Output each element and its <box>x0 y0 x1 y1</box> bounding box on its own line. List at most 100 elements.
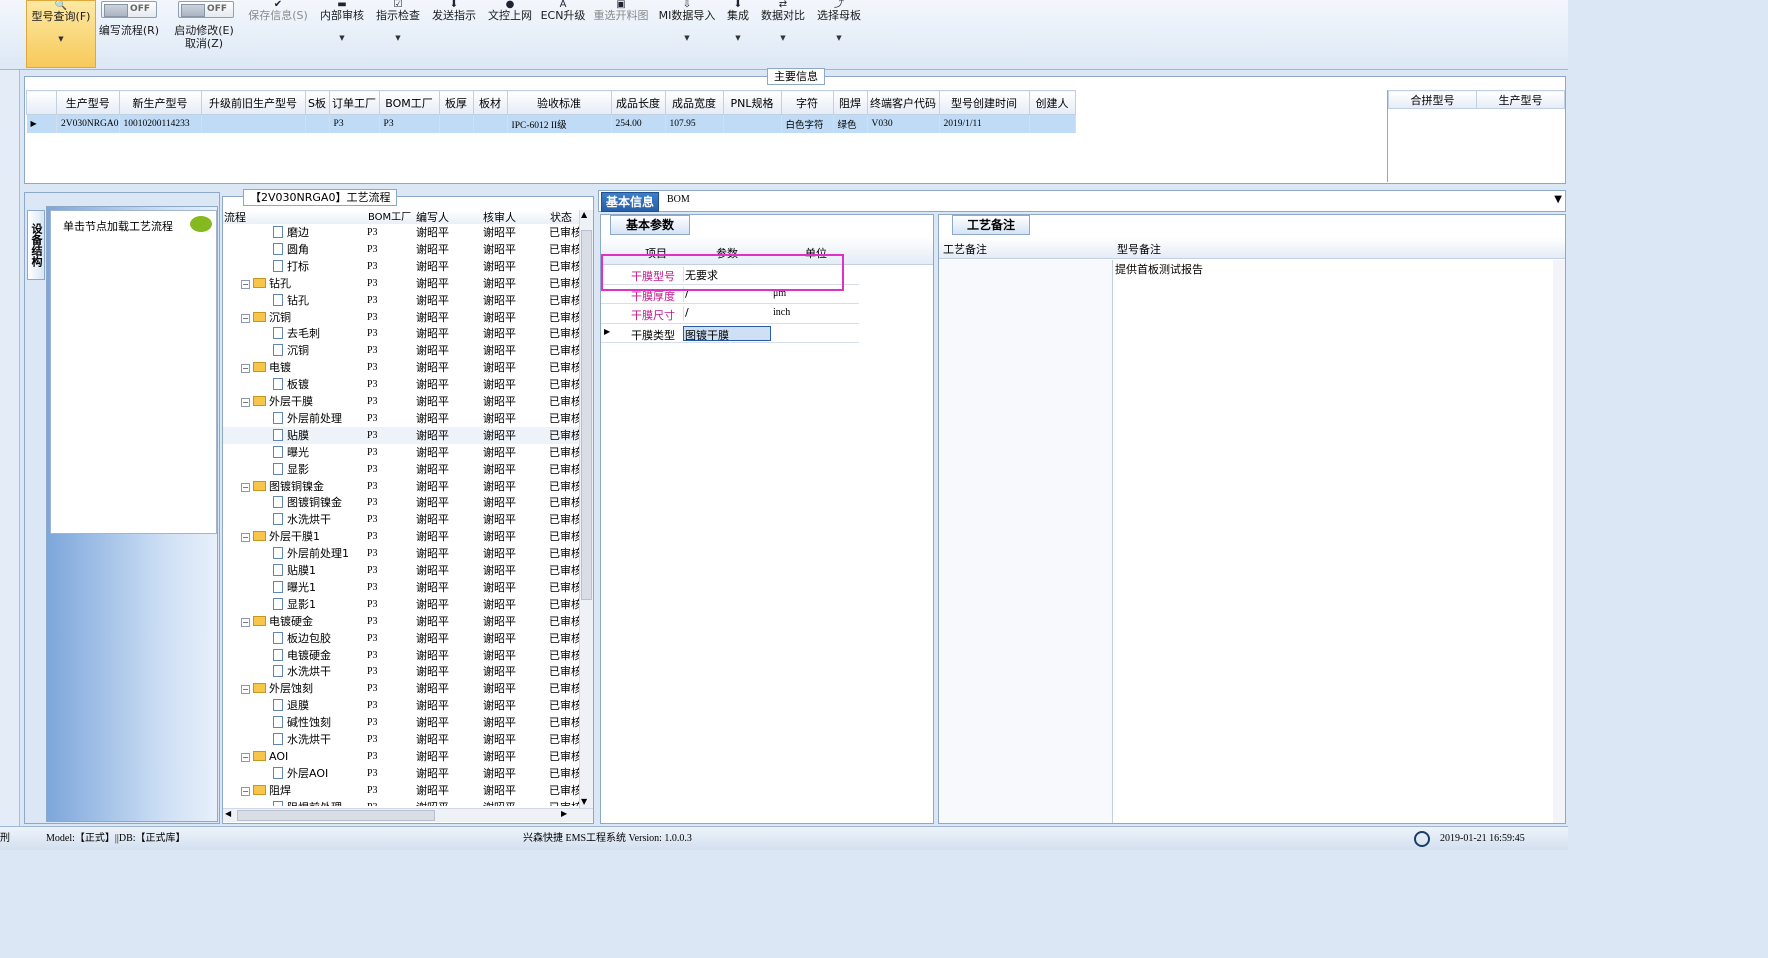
tree-node[interactable]: 图镀铜镍金 <box>273 494 363 511</box>
tree-row[interactable]: 打标 P3 谢昭平 谢昭平 已审核 <box>223 258 579 275</box>
ecn-upgrade-button[interactable]: A ECN升级 <box>540 0 586 22</box>
tree-row[interactable]: 水洗烘干 P3 谢昭平 谢昭平 已审核 <box>223 731 579 748</box>
main-info-table[interactable]: 生产型号 新生产型号 升级前旧生产型号 S板 订单工厂 BOM工厂 板厚 板材 验收标准 成品长度… <box>26 90 1076 133</box>
reselect-cutting-chart-button[interactable]: ▣ 重选开料图 <box>590 0 652 22</box>
main-info-grid[interactable]: 生产型号 新生产型号 升级前旧生产型号 S板 订单工厂 BOM工厂 板厚 板材 验收标准 成品长度… <box>26 90 1386 182</box>
tree-node[interactable]: 板边包胶 <box>273 630 363 647</box>
table-cell[interactable]: 254.00 <box>611 114 666 133</box>
tree-node[interactable]: 电镀硬金 <box>273 647 363 664</box>
tab-basic-info[interactable]: 基本信息 <box>601 192 659 212</box>
column-header[interactable]: BOM工厂 <box>378 90 440 115</box>
collapse-icon[interactable]: − <box>241 364 250 374</box>
column-header[interactable]: 板材 <box>472 90 508 115</box>
tree-row[interactable]: 电镀硬金 P3 谢昭平 谢昭平 已审核 <box>223 647 579 664</box>
column-header[interactable]: 成品长度 <box>610 90 666 115</box>
tree-node[interactable]: 贴膜1 <box>273 562 363 579</box>
table-cell[interactable] <box>201 114 306 133</box>
params-col-param[interactable]: 参数 <box>716 245 738 261</box>
select-motherboard-button[interactable]: ⤴ 选择母板 ▼ <box>813 0 865 45</box>
tree-row[interactable]: 板镀 P3 谢昭平 谢昭平 已审核 <box>223 376 579 393</box>
mi-data-import-button[interactable]: ⇩ MI数据导入 ▼ <box>656 0 718 45</box>
tree-row[interactable]: − 电镀 P3 谢昭平 谢昭平 已审核 <box>223 359 579 376</box>
tree-node[interactable]: − 图镀铜镍金 <box>241 478 361 495</box>
data-compare-button[interactable]: ⇄ 数据对比 ▼ <box>758 0 808 45</box>
dropdown-arrow-icon[interactable]: ▼ <box>722 32 754 45</box>
tree-node[interactable]: 水洗烘干 <box>273 731 363 748</box>
tree-row[interactable]: 曝光 P3 谢昭平 谢昭平 已审核 <box>223 444 579 461</box>
tree-node[interactable]: 磨边 <box>273 224 363 241</box>
tree-row[interactable]: 外层AOI P3 谢昭平 谢昭平 已审核 <box>223 765 579 782</box>
tree-node[interactable]: 去毛刺 <box>273 325 363 342</box>
tree-row[interactable]: 钻孔 P3 谢昭平 谢昭平 已审核 <box>223 292 579 309</box>
tree-row[interactable]: − 图镀铜镍金 P3 谢昭平 谢昭平 已审核 <box>223 478 579 495</box>
tree-row[interactable]: − AOI P3 谢昭平 谢昭平 已审核 <box>223 748 579 765</box>
table-cell[interactable]: 2V030NRGA0 <box>56 114 120 133</box>
tree-row[interactable]: 曝光1 P3 谢昭平 谢昭平 已审核 <box>223 579 579 596</box>
table-cell[interactable]: 绿色 <box>833 114 868 133</box>
flow-hscrollbar[interactable]: ◀ ▶ <box>223 808 593 822</box>
tree-node[interactable]: − 外层干膜 <box>241 393 361 410</box>
collapse-icon[interactable]: − <box>241 398 250 407</box>
tree-row[interactable]: − 外层干膜1 P3 谢昭平 谢昭平 已审核 <box>223 528 579 545</box>
param-row[interactable]: 干膜型号 无要求 <box>601 265 859 285</box>
merge-model-column-header[interactable]: 合拼型号 <box>1388 90 1477 109</box>
tree-node[interactable]: 沉铜 <box>273 342 363 359</box>
param-value[interactable]: / <box>683 286 771 302</box>
param-value[interactable]: 图镀干膜 <box>683 325 771 342</box>
table-cell[interactable]: 10010200114233 <box>119 114 202 133</box>
tree-row[interactable]: 显影 P3 谢昭平 谢昭平 已审核 <box>223 461 579 478</box>
start-edit-switch[interactable]: OFF <box>178 1 234 18</box>
column-header[interactable]: 创建人 <box>1028 90 1076 115</box>
doc-control-online-button[interactable]: ● 文控上网 <box>484 0 536 22</box>
tab-dropdown-icon[interactable]: ▼ <box>1554 194 1562 205</box>
tree-row[interactable]: 阻焊前处理 P3 谢昭平 谢昭平 已审核 <box>223 799 579 806</box>
table-cell[interactable]: 107.95 <box>665 114 724 133</box>
tab-bom[interactable]: BOM <box>667 194 690 205</box>
table-cell[interactable] <box>305 114 330 133</box>
params-col-item[interactable]: 项目 <box>645 245 667 261</box>
tree-node[interactable]: 外层前处理1 <box>273 545 363 562</box>
params-col-unit[interactable]: 单位 <box>805 245 827 261</box>
tree-node[interactable]: 曝光 <box>273 444 363 461</box>
scroll-up-icon[interactable]: ▲ <box>581 210 587 219</box>
tree-row[interactable]: − 电镀硬金 P3 谢昭平 谢昭平 已审核 <box>223 613 579 630</box>
collapse-icon[interactable]: − <box>241 786 250 796</box>
process-notes-grid[interactable]: 工艺备注 型号备注 提供首板测试报告 <box>939 237 1565 823</box>
tree-row[interactable]: 水洗烘干 P3 谢昭平 谢昭平 已审核 <box>223 511 579 528</box>
tree-node[interactable]: 外层AOI <box>273 765 363 782</box>
tree-node[interactable]: 显影 <box>273 461 363 478</box>
process-note-cell[interactable] <box>939 260 1113 823</box>
tree-row[interactable]: − 阻焊 P3 谢昭平 谢昭平 已审核 <box>223 782 579 799</box>
write-flow-switch[interactable]: OFF <box>101 1 157 18</box>
tree-node[interactable]: − AOI <box>241 748 361 765</box>
tree-node[interactable]: − 外层蚀刻 <box>241 680 361 697</box>
tree-row[interactable]: 贴膜1 P3 谢昭平 谢昭平 已审核 <box>223 562 579 579</box>
write-flow-toggle[interactable]: OFF 编写流程(R) <box>97 0 161 37</box>
tree-row[interactable]: 显影1 P3 谢昭平 谢昭平 已审核 <box>223 596 579 613</box>
hscroll-thumb[interactable] <box>237 810 435 821</box>
scroll-down-icon[interactable]: ▼ <box>581 797 587 806</box>
basic-params-grid[interactable]: 项目 参数 单位 干膜型号 无要求 干膜厚度 / μm 干膜尺寸 / inch ▶ 干膜类型 图镀干… <box>601 236 933 823</box>
flow-vscrollbar[interactable]: ▲ ▼ <box>579 210 593 808</box>
tree-row[interactable]: − 沉铜 P3 谢昭平 谢昭平 已审核 <box>223 309 579 326</box>
merge-model-grid[interactable]: 合拼型号 生产型号 <box>1387 90 1565 182</box>
collapse-icon[interactable]: − <box>241 279 250 289</box>
column-header[interactable]: 成品宽度 <box>664 90 724 115</box>
tree-row[interactable]: 磨边 P3 谢昭平 谢昭平 已审核 <box>223 224 579 241</box>
tree-row[interactable]: 贴膜 P3 谢昭平 谢昭平 已审核 <box>223 426 579 444</box>
column-header[interactable]: 验收标准 <box>506 90 612 115</box>
tree-node[interactable]: − 钻孔 <box>241 275 361 292</box>
equipment-structure-vtab[interactable]: 设备结构 <box>27 210 45 280</box>
dropdown-arrow-icon[interactable]: ▼ <box>758 32 808 45</box>
tree-row[interactable]: − 钻孔 P3 谢昭平 谢昭平 已审核 <box>223 275 579 292</box>
tree-node[interactable]: 水洗烘干 <box>273 511 363 528</box>
column-header[interactable]: 型号创建时间 <box>938 90 1030 115</box>
tree-node[interactable]: 钻孔 <box>273 292 363 309</box>
tree-node[interactable]: − 阻焊 <box>241 782 361 799</box>
scroll-right-icon[interactable]: ▶ <box>561 809 567 818</box>
param-row[interactable]: 干膜厚度 / μm <box>601 285 859 305</box>
column-header[interactable]: 板厚 <box>438 90 474 115</box>
tree-row[interactable]: 水洗烘干 P3 谢昭平 谢昭平 已审核 <box>223 663 579 680</box>
dropdown-arrow-icon[interactable]: ▼ <box>27 33 95 46</box>
model-query-button[interactable]: 🔍 型号查询(F) ▼ <box>26 0 96 68</box>
